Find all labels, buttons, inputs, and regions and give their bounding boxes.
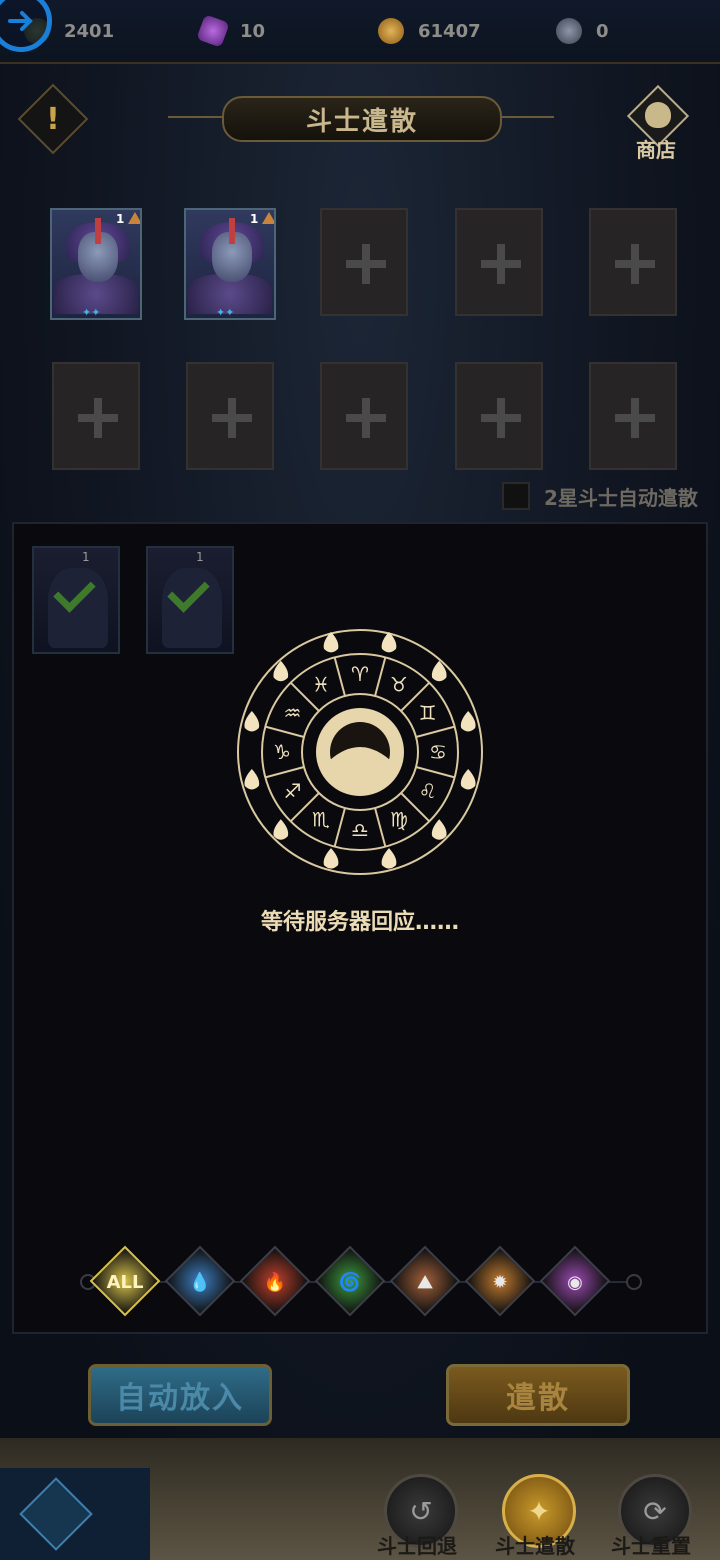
card-level: 1: [116, 212, 125, 226]
plus-icon-stem: [362, 398, 370, 438]
zodiac-sign: ♑: [273, 740, 291, 764]
title-ornament-left: [168, 116, 228, 118]
resource-gem: 10: [196, 14, 266, 48]
plus-icon-stem: [497, 398, 505, 438]
rank-badge-icon: [128, 212, 140, 224]
arrow-right-icon: [8, 11, 33, 31]
zodiac-sign: ♌: [419, 779, 437, 803]
dismiss-slot-card[interactable]: 1 ✦✦: [50, 208, 142, 320]
auto-fill-button[interactable]: 自动放入: [88, 1364, 272, 1426]
loading-message: 等待服务器回应……: [260, 910, 459, 935]
resource-silver: 0: [556, 14, 609, 48]
plus-icon-stem: [94, 398, 102, 438]
nav-item-warrior-dismiss[interactable]: ✦ 斗士遣散: [480, 1474, 590, 1560]
rank-badge-icon: [262, 212, 274, 224]
title-ornament-right: [494, 116, 554, 118]
card-level: 1: [196, 550, 204, 564]
nav-label: 斗士回退: [377, 1534, 457, 1558]
warrior-crest: [229, 218, 235, 244]
alert-icon: !: [46, 101, 60, 137]
shop-label: 商店: [636, 138, 676, 162]
zodiac-sign: ♏: [312, 808, 330, 832]
resource-bar: 2401 10 61407 0: [0, 0, 720, 64]
filter-fire-icon: 🔥: [263, 1271, 287, 1293]
filter-water-icon: 💧: [188, 1271, 212, 1293]
roster-card-selected[interactable]: 1: [32, 546, 120, 654]
silver-coin-icon: [556, 18, 582, 44]
plus-icon-stem: [362, 244, 370, 284]
silver-value: 0: [596, 20, 609, 42]
empty-slot[interactable]: [52, 362, 140, 470]
zodiac-sign: ♋: [429, 740, 447, 764]
plus-icon-stem: [631, 244, 639, 284]
zodiac-sign: ♒: [283, 701, 301, 725]
dismiss-slot-card[interactable]: 1 ✦✦: [184, 208, 276, 320]
filter-all-icon: ALL: [106, 1271, 144, 1293]
filter-wind-icon: 🌀: [338, 1271, 362, 1293]
flame-icon: [460, 711, 476, 732]
empty-slot[interactable]: [455, 362, 543, 470]
filter-rail-end-right: [626, 1274, 642, 1290]
nav-item-warrior-revert[interactable]: ↺ 斗士回退: [362, 1474, 472, 1560]
zodiac-sign: ♍: [390, 808, 408, 832]
auto-dismiss-label: 2星斗士自动遣散: [544, 486, 698, 510]
resource-gold: 61407: [378, 14, 481, 48]
empty-slot[interactable]: [320, 362, 408, 470]
gold-value: 61407: [418, 20, 481, 42]
empty-slot[interactable]: [589, 362, 677, 470]
zodiac-sign: ♉: [390, 672, 408, 696]
money-bag-icon: [645, 102, 671, 128]
warrior-crest: [95, 218, 101, 244]
nav-label: 斗士重置: [611, 1534, 691, 1558]
dismiss-button[interactable]: 遣散: [446, 1364, 630, 1426]
flame-icon: [323, 848, 339, 869]
zodiac-sign: ♊: [419, 701, 437, 725]
flame-icon: [244, 711, 260, 732]
stamina-value: 2401: [64, 20, 115, 42]
flame-icon: [273, 819, 289, 840]
empty-slot[interactable]: [455, 208, 543, 316]
auto-dismiss-checkbox[interactable]: [502, 482, 530, 510]
empty-slot[interactable]: [320, 208, 408, 316]
plus-icon-stem: [497, 244, 505, 284]
flame-icon: [460, 768, 476, 790]
plus-icon-stem: [631, 398, 639, 438]
star-pips-icon: ✦✦: [216, 306, 235, 319]
flame-icon: [381, 848, 397, 869]
flame-icon: [244, 768, 260, 790]
zodiac-sign: ♎: [351, 818, 369, 842]
zodiac-wheel-icon: ♈ ♉ ♊ ♋ ♌ ♍ ♎ ♏ ♐ ♑ ♒ ♓: [237, 629, 483, 875]
card-level: 1: [82, 550, 90, 564]
roster-card-selected[interactable]: 1: [146, 546, 234, 654]
empty-slot[interactable]: [589, 208, 677, 316]
nav-label: 斗士遣散: [495, 1534, 575, 1558]
zodiac-sign: ♐: [283, 779, 301, 803]
empty-slot[interactable]: [186, 362, 274, 470]
filter-light-icon: ✹: [492, 1271, 508, 1293]
plus-icon-stem: [228, 398, 236, 438]
shop-button[interactable]: 商店: [626, 84, 690, 162]
nav-item-warrior-reset[interactable]: ⟳ 斗士重置: [596, 1474, 706, 1560]
flame-icon: [431, 819, 447, 840]
gem-icon: [196, 14, 230, 48]
filter-dark-icon: ◉: [567, 1271, 583, 1293]
star-pips-icon: ✦✦: [82, 306, 101, 319]
zodiac-sign: ♓: [312, 672, 330, 696]
gem-value: 10: [240, 20, 266, 42]
zodiac-sign: ♈: [351, 662, 369, 686]
page-title: 斗士遣散: [222, 96, 502, 142]
gold-coin-icon: [378, 18, 404, 44]
card-level: 1: [250, 212, 259, 226]
filter-earth-icon: ⛰: [417, 1271, 433, 1293]
